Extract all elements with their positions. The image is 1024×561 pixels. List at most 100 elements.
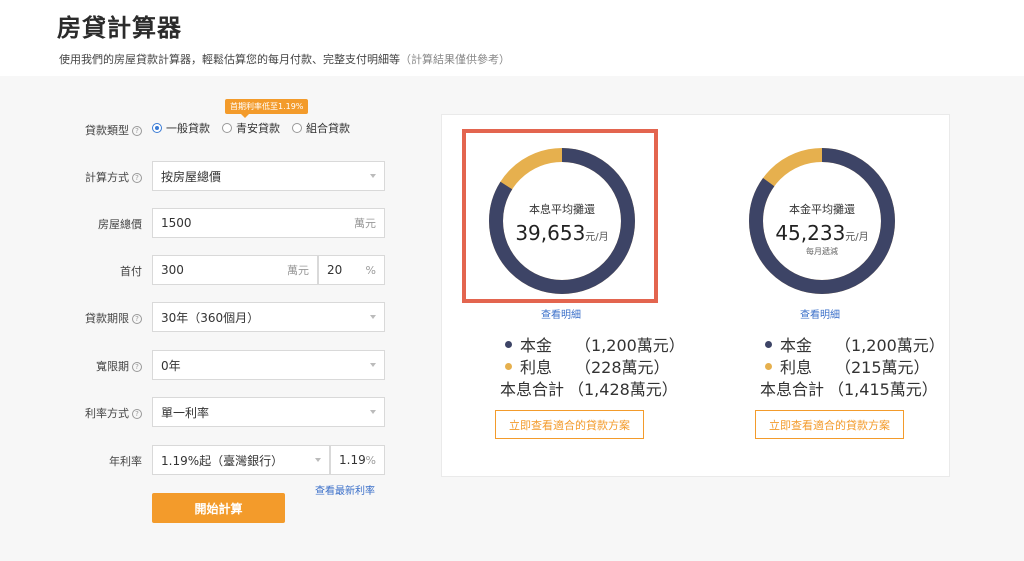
- result-caption: 本金平均攤還: [789, 203, 855, 216]
- loan-type-label-text: 貸款類型: [85, 124, 129, 137]
- house-price-label: 房屋總價: [98, 218, 142, 231]
- start-calc-button[interactable]: 開始計算: [152, 493, 285, 523]
- radio-label: 組合貸款: [306, 122, 350, 135]
- legend-name: 本金: [520, 336, 553, 355]
- radio-dot-icon: [222, 123, 232, 133]
- annual-rate-label: 年利率: [109, 455, 142, 468]
- principal-bullet-icon: [765, 340, 772, 348]
- payment-amount: 39,653: [515, 221, 586, 245]
- donut-center-2: 本金平均攤還 45,233元/月 每月遞減: [757, 201, 887, 257]
- view-details-link[interactable]: 查看明細: [800, 306, 840, 321]
- bank-rate-select[interactable]: 1.19%起（臺灣銀行）: [152, 445, 330, 475]
- legend-name: 利息: [780, 358, 813, 377]
- annual-rate-value: 1.19: [339, 453, 366, 467]
- legend-name: 利息: [520, 358, 553, 377]
- payment-unit: 元/月: [585, 232, 609, 243]
- subtitle-note: （計算結果僅供參考）: [400, 53, 510, 66]
- radio-dot-icon: [292, 123, 302, 133]
- calc-method-select[interactable]: 按房屋總價: [152, 161, 385, 191]
- total-value: （1,428萬元）: [568, 380, 678, 399]
- legend-principal: 本金 （1,200萬元）: [765, 332, 945, 356]
- rate-type-label-text: 利率方式: [85, 407, 129, 420]
- loan-type-label: 貸款類型?: [12, 122, 142, 138]
- rate-type-select[interactable]: 單一利率: [152, 397, 385, 427]
- monthly-payment-value: 45,233元/月: [757, 221, 887, 245]
- grace-period-select[interactable]: 0年: [152, 350, 385, 380]
- page-header: 房貸計算器 使用我們的房屋貸款計算器，輕鬆估算您的每月付款、完整支付明細等（計算…: [0, 0, 1024, 76]
- payment-unit: 元/月: [845, 232, 869, 243]
- help-icon[interactable]: ?: [132, 409, 142, 419]
- legend-value: （215萬元）: [835, 358, 930, 377]
- down-payment-percent-input[interactable]: 20%: [318, 255, 385, 285]
- donut-center-1: 本息平均攤還 39,653元/月: [497, 201, 627, 245]
- radio-label: 青安貸款: [236, 122, 280, 135]
- percent-unit: %: [365, 263, 376, 277]
- radio-youth-loan[interactable]: 青安貸款: [222, 120, 280, 136]
- page-title: 房貸計算器: [57, 14, 182, 42]
- decreasing-note: 每月遞減: [806, 247, 838, 256]
- grace-period-label-text: 寬限期: [96, 360, 129, 373]
- grace-period-label: 寬限期?: [12, 358, 142, 374]
- help-icon[interactable]: ?: [132, 126, 142, 136]
- total-label: 本息合計: [500, 380, 565, 399]
- house-price-unit: 萬元: [354, 217, 376, 230]
- payment-amount: 45,233: [775, 221, 846, 245]
- legend-value: （228萬元）: [575, 358, 670, 377]
- chevron-down-icon: [315, 458, 321, 462]
- legend-total: 本息合計 （1,415萬元）: [760, 376, 938, 400]
- legend-value: （1,200萬元）: [835, 336, 945, 355]
- calc-method-value: 按房屋總價: [161, 169, 222, 184]
- chevron-down-icon: [370, 315, 376, 319]
- radio-general-loan[interactable]: 一般貸款: [152, 120, 210, 136]
- bank-rate-value: 1.19%起（臺灣銀行）: [161, 453, 284, 468]
- grace-period-value: 0年: [161, 358, 181, 373]
- total-value: （1,415萬元）: [828, 380, 938, 399]
- chevron-down-icon: [370, 174, 376, 178]
- loan-term-value: 30年（360個月）: [161, 310, 260, 325]
- page-subtitle: 使用我們的房屋貸款計算器，輕鬆估算您的每月付款、完整支付明細等（計算結果僅供參考…: [59, 51, 510, 67]
- help-icon[interactable]: ?: [132, 314, 142, 324]
- radio-dot-icon: [152, 123, 162, 133]
- help-icon[interactable]: ?: [132, 173, 142, 183]
- monthly-payment-value: 39,653元/月: [497, 221, 627, 245]
- result-caption: 本息平均攤還: [529, 203, 595, 216]
- down-payment-unit: 萬元: [287, 264, 309, 277]
- rate-type-value: 單一利率: [161, 405, 210, 420]
- legend-name: 本金: [780, 336, 813, 355]
- down-payment-amount-input[interactable]: 300 萬元: [152, 255, 318, 285]
- interest-bullet-icon: [505, 362, 512, 370]
- loan-type-radio-group: 一般貸款 青安貸款 組合貸款: [152, 120, 362, 136]
- calculator-area: 首期利率低至1.19% 貸款類型? 一般貸款 青安貸款 組合貸款 計算方式? 按…: [0, 76, 1024, 561]
- latest-rate-link[interactable]: 查看最新利率: [315, 482, 375, 497]
- house-price-value: 1500: [161, 216, 192, 230]
- total-label: 本息合計: [760, 380, 825, 399]
- view-details-link[interactable]: 查看明細: [541, 306, 581, 321]
- down-payment-label: 首付: [120, 265, 142, 278]
- rate-type-label: 利率方式?: [12, 405, 142, 421]
- chevron-down-icon: [370, 363, 376, 367]
- legend-total: 本息合計 （1,428萬元）: [500, 376, 678, 400]
- interest-bullet-icon: [765, 362, 772, 370]
- annual-rate-input[interactable]: 1.19%: [330, 445, 385, 475]
- down-payment-percent: 20: [327, 263, 343, 277]
- principal-bullet-icon: [505, 340, 512, 348]
- help-icon[interactable]: ?: [132, 362, 142, 372]
- loan-term-select[interactable]: 30年（360個月）: [152, 302, 385, 332]
- house-price-input[interactable]: 1500 萬元: [152, 208, 385, 238]
- calc-method-label-text: 計算方式: [85, 171, 129, 184]
- legend-interest: 利息 （228萬元）: [505, 354, 670, 378]
- view-loan-plans-button[interactable]: 立即查看適合的貸款方案: [495, 410, 644, 439]
- calc-method-label: 計算方式?: [12, 169, 142, 185]
- promo-badge: 首期利率低至1.19%: [225, 99, 309, 118]
- legend-value: （1,200萬元）: [575, 336, 685, 355]
- radio-label: 一般貸款: [166, 122, 210, 135]
- down-payment-amount: 300: [161, 263, 184, 277]
- view-loan-plans-button[interactable]: 立即查看適合的貸款方案: [755, 410, 904, 439]
- rate-unit: %: [365, 453, 376, 467]
- legend-principal: 本金 （1,200萬元）: [505, 332, 685, 356]
- chevron-down-icon: [370, 410, 376, 414]
- subtitle-text: 使用我們的房屋貸款計算器，輕鬆估算您的每月付款、完整支付明細等: [59, 53, 400, 66]
- legend-interest: 利息 （215萬元）: [765, 354, 930, 378]
- radio-combined-loan[interactable]: 組合貸款: [292, 120, 350, 136]
- results-panel: 本息平均攤還 39,653元/月 查看明細 本金 （1,200萬元） 利息 （228…: [441, 114, 950, 477]
